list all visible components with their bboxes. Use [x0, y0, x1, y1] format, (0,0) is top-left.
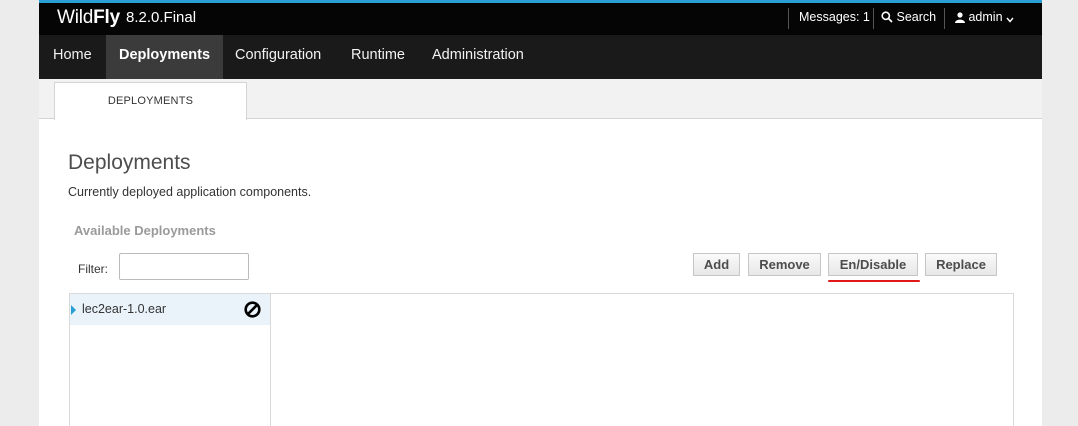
- brand-logo[interactable]: WildFly 8.2.0.Final: [57, 7, 196, 29]
- user-name: admin: [968, 10, 1003, 24]
- nav-administration[interactable]: Administration: [419, 35, 537, 79]
- divider: [944, 8, 945, 29]
- page-title: Deployments: [68, 151, 191, 174]
- brand-wild-text: Wild: [57, 7, 94, 28]
- search-icon: [881, 11, 893, 23]
- filter-label: Filter:: [78, 262, 108, 276]
- list-item[interactable]: lec2ear-1.0.ear: [70, 294, 270, 325]
- deployment-name: lec2ear-1.0.ear: [82, 302, 167, 316]
- nav-deployments[interactable]: Deployments: [106, 35, 224, 79]
- divider: [873, 8, 874, 29]
- version-label: 8.2.0.Final: [126, 9, 197, 26]
- nav-runtime[interactable]: Runtime: [338, 35, 418, 79]
- add-button[interactable]: Add: [693, 253, 740, 276]
- divider: [788, 8, 789, 29]
- section-title: Available Deployments: [74, 223, 216, 238]
- filter-input[interactable]: [119, 253, 249, 280]
- tab-deployments[interactable]: DEPLOYMENTS: [54, 82, 247, 120]
- top-bar: WildFly 8.2.0.Final Messages: 1 Search ad…: [39, 0, 1042, 35]
- en-disable-button[interactable]: En/Disable: [828, 253, 918, 276]
- chevron-down-icon: [1006, 17, 1014, 23]
- user-icon: [955, 12, 965, 23]
- highlight-underline: [828, 280, 920, 282]
- sub-tab-bar: DEPLOYMENTS: [39, 79, 1042, 120]
- brand-fly-text: Fly: [93, 7, 121, 28]
- disabled-icon: [244, 301, 261, 318]
- remove-button[interactable]: Remove: [748, 253, 821, 276]
- replace-button[interactable]: Replace: [925, 253, 997, 276]
- search-link[interactable]: Search: [881, 10, 936, 24]
- page-description: Currently deployed application component…: [68, 185, 312, 199]
- main-nav: Home Deployments Configuration Runtime A…: [39, 35, 1042, 79]
- user-menu[interactable]: admin: [955, 10, 1014, 24]
- search-label: Search: [896, 10, 937, 24]
- messages-link[interactable]: Messages: 1: [799, 10, 870, 24]
- deployments-panel: lec2ear-1.0.ear: [69, 293, 1014, 426]
- app-window: WildFly 8.2.0.Final Messages: 1 Search ad…: [39, 0, 1042, 426]
- nav-home[interactable]: Home: [40, 35, 105, 79]
- nav-configuration[interactable]: Configuration: [222, 35, 334, 79]
- caret-right-icon: [71, 305, 76, 315]
- panel-divider: [270, 294, 271, 426]
